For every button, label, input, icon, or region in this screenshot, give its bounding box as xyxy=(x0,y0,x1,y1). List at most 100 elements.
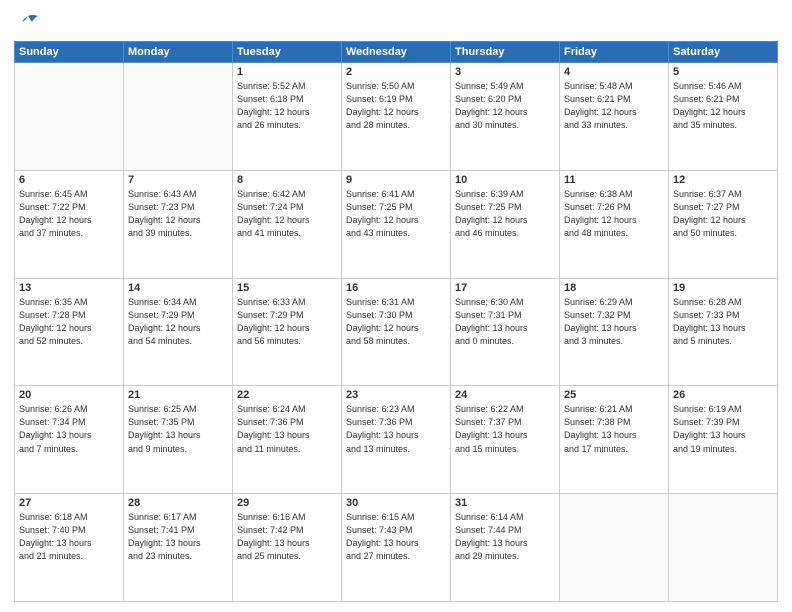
day-cell: 23Sunrise: 6:23 AM Sunset: 7:36 PM Dayli… xyxy=(342,386,451,494)
day-number: 7 xyxy=(128,174,228,186)
day-number: 23 xyxy=(346,389,446,401)
day-number: 16 xyxy=(346,282,446,294)
day-cell: 29 Sunrise: 6:16 AM Sunset: 7:42 PM Dayli… xyxy=(233,494,342,602)
day-number: 2 xyxy=(346,66,446,78)
weekday-sunday: Sunday xyxy=(15,42,124,63)
day-info: Sunrise: 6:43 AM Sunset: 7:23 PM Dayligh… xyxy=(128,188,228,240)
day-info: Sunrise: 6:17 AM Sunset: 7:41 PM Dayligh… xyxy=(128,511,228,563)
week-row-1: 1 Sunrise: 5:52 AM Sunset: 6:18 PM Daylig… xyxy=(15,63,778,171)
week-row-5: 27 Sunrise: 6:18 AM Sunset: 7:40 PM Dayli… xyxy=(15,494,778,602)
day-cell: 9 Sunrise: 6:41 AM Sunset: 7:25 PM Daylig… xyxy=(342,170,451,278)
day-cell xyxy=(15,63,124,171)
day-cell: 11Sunrise: 6:38 AM Sunset: 7:26 PM Dayli… xyxy=(560,170,669,278)
day-number: 12 xyxy=(673,174,773,186)
day-cell: 24 Sunrise: 6:22 AM Sunset: 7:37 PM Dayli… xyxy=(451,386,560,494)
weekday-friday: Friday xyxy=(560,42,669,63)
day-info: Sunrise: 6:25 AM Sunset: 7:35 PM Dayligh… xyxy=(128,403,228,455)
day-number: 5 xyxy=(673,66,773,78)
day-info: Sunrise: 6:41 AM Sunset: 7:25 PM Dayligh… xyxy=(346,188,446,240)
weekday-wednesday: Wednesday xyxy=(342,42,451,63)
week-row-3: 13Sunrise: 6:35 AM Sunset: 7:28 PM Dayli… xyxy=(15,278,778,386)
day-number: 4 xyxy=(564,66,664,78)
day-info: Sunrise: 6:37 AM Sunset: 7:27 PM Dayligh… xyxy=(673,188,773,240)
day-cell: 27 Sunrise: 6:18 AM Sunset: 7:40 PM Dayli… xyxy=(15,494,124,602)
day-number: 29 xyxy=(237,497,337,509)
day-info: Sunrise: 6:21 AM Sunset: 7:38 PM Dayligh… xyxy=(564,403,664,455)
day-cell xyxy=(560,494,669,602)
page: SundayMondayTuesdayWednesdayThursdayFrid… xyxy=(0,0,792,612)
day-info: Sunrise: 6:42 AM Sunset: 7:24 PM Dayligh… xyxy=(237,188,337,240)
day-info: Sunrise: 6:29 AM Sunset: 7:32 PM Dayligh… xyxy=(564,296,664,348)
day-cell: 12 Sunrise: 6:37 AM Sunset: 7:27 PM Dayli… xyxy=(669,170,778,278)
day-info: Sunrise: 6:24 AM Sunset: 7:36 PM Dayligh… xyxy=(237,403,337,455)
calendar-table: SundayMondayTuesdayWednesdayThursdayFrid… xyxy=(14,41,778,602)
day-info: Sunrise: 6:26 AM Sunset: 7:34 PM Dayligh… xyxy=(19,403,119,455)
day-cell: 13Sunrise: 6:35 AM Sunset: 7:28 PM Dayli… xyxy=(15,278,124,386)
day-cell: 7 Sunrise: 6:43 AM Sunset: 7:23 PM Daylig… xyxy=(124,170,233,278)
day-cell: 16 Sunrise: 6:31 AM Sunset: 7:30 PM Dayli… xyxy=(342,278,451,386)
day-info: Sunrise: 6:33 AM Sunset: 7:29 PM Dayligh… xyxy=(237,296,337,348)
day-info: Sunrise: 6:31 AM Sunset: 7:30 PM Dayligh… xyxy=(346,296,446,348)
day-cell: 18 Sunrise: 6:29 AM Sunset: 7:32 PM Dayli… xyxy=(560,278,669,386)
day-info: Sunrise: 5:49 AM Sunset: 6:20 PM Dayligh… xyxy=(455,80,555,132)
day-number: 27 xyxy=(19,497,119,509)
day-info: Sunrise: 5:50 AM Sunset: 6:19 PM Dayligh… xyxy=(346,80,446,132)
weekday-tuesday: Tuesday xyxy=(233,42,342,63)
day-number: 25 xyxy=(564,389,664,401)
day-cell xyxy=(124,63,233,171)
day-info: Sunrise: 6:16 AM Sunset: 7:42 PM Dayligh… xyxy=(237,511,337,563)
day-cell: 25 Sunrise: 6:21 AM Sunset: 7:38 PM Dayli… xyxy=(560,386,669,494)
day-info: Sunrise: 6:34 AM Sunset: 7:29 PM Dayligh… xyxy=(128,296,228,348)
day-cell: 19Sunrise: 6:28 AM Sunset: 7:33 PM Dayli… xyxy=(669,278,778,386)
day-cell: 22Sunrise: 6:24 AM Sunset: 7:36 PM Dayli… xyxy=(233,386,342,494)
day-info: Sunrise: 6:45 AM Sunset: 7:22 PM Dayligh… xyxy=(19,188,119,240)
logo xyxy=(14,14,42,35)
day-number: 28 xyxy=(128,497,228,509)
day-number: 9 xyxy=(346,174,446,186)
day-number: 10 xyxy=(455,174,555,186)
weekday-thursday: Thursday xyxy=(451,42,560,63)
day-info: Sunrise: 6:22 AM Sunset: 7:37 PM Dayligh… xyxy=(455,403,555,455)
day-info: Sunrise: 6:18 AM Sunset: 7:40 PM Dayligh… xyxy=(19,511,119,563)
day-cell: 17Sunrise: 6:30 AM Sunset: 7:31 PM Dayli… xyxy=(451,278,560,386)
day-cell: 14 Sunrise: 6:34 AM Sunset: 7:29 PM Dayli… xyxy=(124,278,233,386)
day-info: Sunrise: 6:15 AM Sunset: 7:43 PM Dayligh… xyxy=(346,511,446,563)
day-number: 13 xyxy=(19,282,119,294)
day-number: 3 xyxy=(455,66,555,78)
day-info: Sunrise: 5:52 AM Sunset: 6:18 PM Dayligh… xyxy=(237,80,337,132)
day-cell: 2 Sunrise: 5:50 AM Sunset: 6:19 PM Daylig… xyxy=(342,63,451,171)
header xyxy=(14,10,778,35)
day-cell: 1 Sunrise: 5:52 AM Sunset: 6:18 PM Daylig… xyxy=(233,63,342,171)
day-number: 8 xyxy=(237,174,337,186)
day-number: 6 xyxy=(19,174,119,186)
day-cell: 30 Sunrise: 6:15 AM Sunset: 7:43 PM Dayli… xyxy=(342,494,451,602)
day-number: 24 xyxy=(455,389,555,401)
day-info: Sunrise: 6:39 AM Sunset: 7:25 PM Dayligh… xyxy=(455,188,555,240)
day-cell: 10 Sunrise: 6:39 AM Sunset: 7:25 PM Dayli… xyxy=(451,170,560,278)
day-number: 19 xyxy=(673,282,773,294)
day-number: 15 xyxy=(237,282,337,294)
day-cell: 20 Sunrise: 6:26 AM Sunset: 7:34 PM Dayli… xyxy=(15,386,124,494)
day-cell xyxy=(669,494,778,602)
day-number: 1 xyxy=(237,66,337,78)
day-number: 26 xyxy=(673,389,773,401)
day-number: 11 xyxy=(564,174,664,186)
day-info: Sunrise: 6:30 AM Sunset: 7:31 PM Dayligh… xyxy=(455,296,555,348)
day-number: 31 xyxy=(455,497,555,509)
day-info: Sunrise: 6:19 AM Sunset: 7:39 PM Dayligh… xyxy=(673,403,773,455)
day-number: 30 xyxy=(346,497,446,509)
day-number: 20 xyxy=(19,389,119,401)
day-number: 21 xyxy=(128,389,228,401)
day-cell: 8 Sunrise: 6:42 AM Sunset: 7:24 PM Daylig… xyxy=(233,170,342,278)
weekday-saturday: Saturday xyxy=(669,42,778,63)
week-row-2: 6 Sunrise: 6:45 AM Sunset: 7:22 PM Daylig… xyxy=(15,170,778,278)
day-cell: 26 Sunrise: 6:19 AM Sunset: 7:39 PM Dayli… xyxy=(669,386,778,494)
day-cell: 4 Sunrise: 5:48 AM Sunset: 6:21 PM Daylig… xyxy=(560,63,669,171)
weekday-monday: Monday xyxy=(124,42,233,63)
day-cell: 5Sunrise: 5:46 AM Sunset: 6:21 PM Daylig… xyxy=(669,63,778,171)
day-info: Sunrise: 6:14 AM Sunset: 7:44 PM Dayligh… xyxy=(455,511,555,563)
day-cell: 6 Sunrise: 6:45 AM Sunset: 7:22 PM Daylig… xyxy=(15,170,124,278)
day-info: Sunrise: 5:48 AM Sunset: 6:21 PM Dayligh… xyxy=(564,80,664,132)
day-number: 14 xyxy=(128,282,228,294)
day-number: 18 xyxy=(564,282,664,294)
